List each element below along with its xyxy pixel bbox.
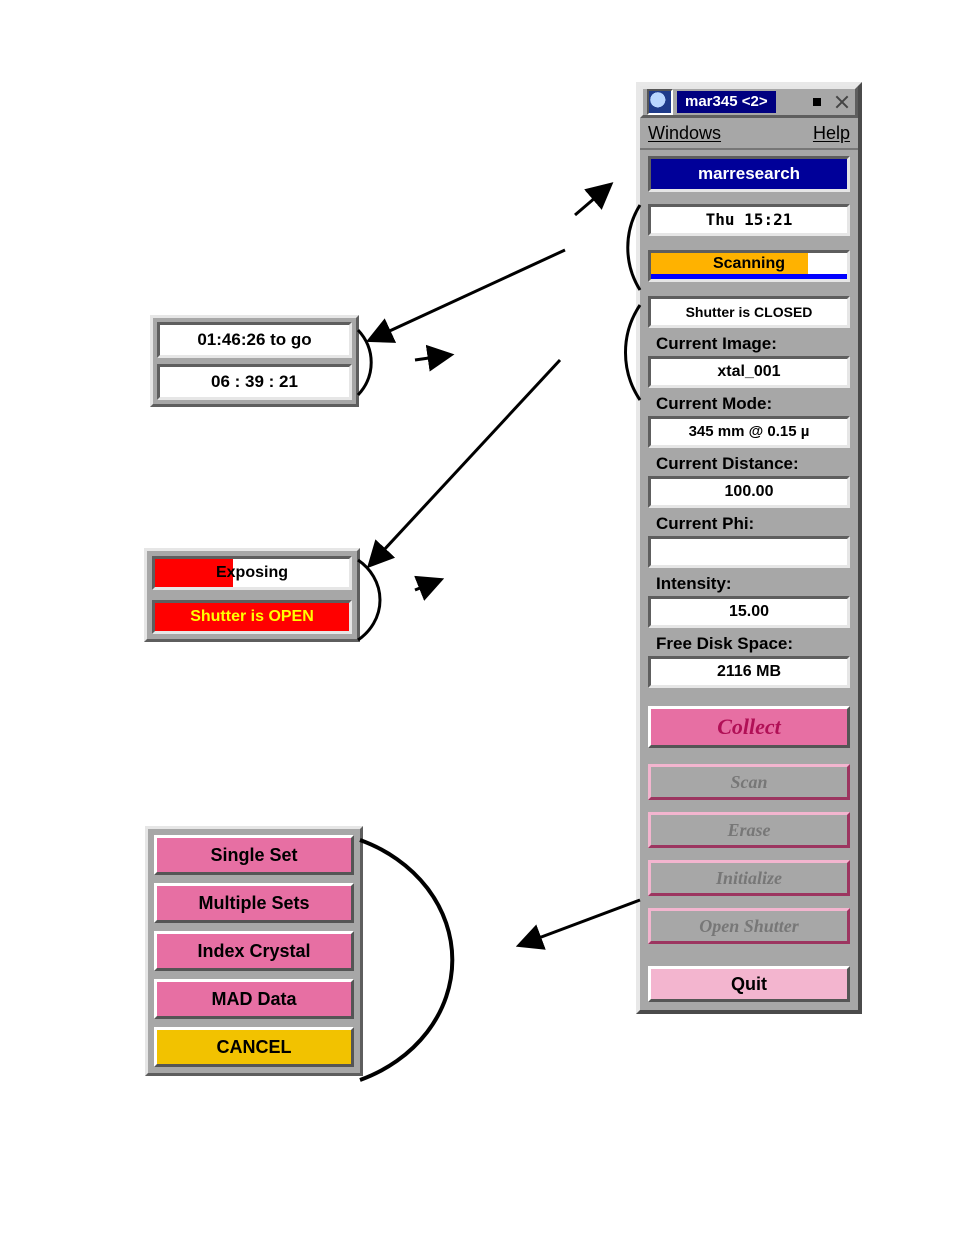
initialize-button[interactable]: Initialize <box>648 860 850 896</box>
intensity-field: 15.00 <box>648 596 850 628</box>
app-window: mar345 <2> Windows Help marresearch Thu … <box>636 82 862 1014</box>
label-disk: Free Disk Space: <box>648 628 850 656</box>
current-mode-field: 345 mm @ 0.15 µ <box>648 416 850 448</box>
time-remaining-field: 01:46:26 to go <box>157 322 352 358</box>
shutter-closed-field: Shutter is CLOSED <box>648 296 850 328</box>
label-mode: Current Mode: <box>648 388 850 416</box>
current-distance-field: 100.00 <box>648 476 850 508</box>
window-title: mar345 <2> <box>677 91 776 113</box>
scan-button[interactable]: Scan <box>648 764 850 800</box>
cancel-button[interactable]: CANCEL <box>154 1027 354 1067</box>
scan-progress: Scanning <box>648 250 850 282</box>
current-image-field: xtal_001 <box>648 356 850 388</box>
label-image: Current Image: <box>648 328 850 356</box>
erase-button[interactable]: Erase <box>648 812 850 848</box>
datetime-field: Thu 15:21 <box>648 204 850 236</box>
label-distance: Current Distance: <box>648 448 850 476</box>
menubar: Windows Help <box>640 118 858 150</box>
label-phi: Current Phi: <box>648 508 850 536</box>
single-set-button[interactable]: Single Set <box>154 835 354 875</box>
mad-data-button[interactable]: MAD Data <box>154 979 354 1019</box>
time-elapsed-field: 06 : 39 : 21 <box>157 364 352 400</box>
collect-button[interactable]: Collect <box>648 706 850 748</box>
expose-progress: Exposing <box>152 556 352 590</box>
disk-space-field: 2116 MB <box>648 656 850 688</box>
scan-progress-label: Scanning <box>651 253 847 274</box>
time-popup: 01:46:26 to go 06 : 39 : 21 <box>150 315 359 407</box>
brand-banner: marresearch <box>648 156 850 192</box>
multiple-sets-button[interactable]: Multiple Sets <box>154 883 354 923</box>
shutter-open-field: Shutter is OPEN <box>152 600 352 634</box>
label-intensity: Intensity: <box>648 568 850 596</box>
current-phi-field <box>648 536 850 568</box>
app-icon <box>647 89 673 115</box>
menu-help[interactable]: Help <box>813 123 850 144</box>
index-crystal-button[interactable]: Index Crystal <box>154 931 354 971</box>
titlebar[interactable]: mar345 <2> <box>640 86 858 118</box>
expose-progress-label: Exposing <box>155 559 349 587</box>
menu-windows[interactable]: Windows <box>648 123 721 144</box>
quit-button[interactable]: Quit <box>648 966 850 1002</box>
collect-submenu: Single Set Multiple Sets Index Crystal M… <box>145 826 363 1076</box>
minimize-icon[interactable] <box>813 98 821 106</box>
close-icon[interactable] <box>831 91 853 113</box>
open-shutter-button[interactable]: Open Shutter <box>648 908 850 944</box>
expose-popup: Exposing Shutter is OPEN <box>144 548 360 642</box>
